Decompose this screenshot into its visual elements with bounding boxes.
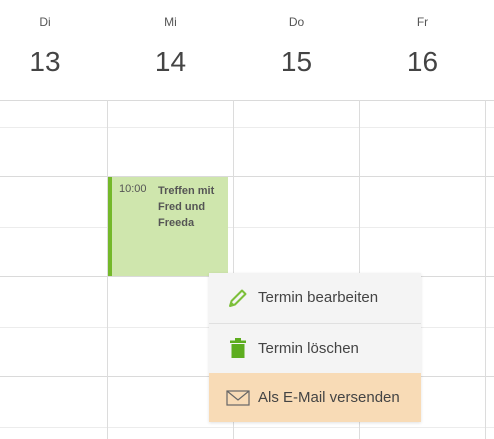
menu-item-label: Termin bearbeiten [258, 289, 379, 306]
day-header-friday[interactable]: Fr 16 [360, 0, 485, 100]
pencil-icon [226, 286, 250, 310]
day-name: Do [288, 15, 305, 29]
day-number: 13 [29, 46, 61, 77]
day-header-wednesday[interactable]: Mi 14 [108, 0, 233, 100]
send-as-email-menu-item[interactable]: Als E-Mail versenden [209, 373, 421, 422]
calendar-event[interactable]: 10:00 Treffen mit Fred und Freeda [108, 177, 228, 276]
grid-line [0, 227, 494, 228]
grid-line [0, 100, 494, 101]
edit-event-menu-item[interactable]: Termin bearbeiten [209, 273, 421, 322]
menu-item-label: Als E-Mail versenden [258, 389, 400, 406]
calendar-week-view: Di 13 Mi 14 Do 15 Fr 16 10:00 Treffen mi… [0, 0, 494, 439]
day-number: 15 [280, 46, 313, 77]
trash-icon [226, 336, 250, 360]
day-name: Di [39, 15, 51, 29]
day-number: 14 [154, 46, 187, 77]
grid-line [0, 127, 494, 128]
menu-item-label: Termin löschen [258, 339, 359, 357]
grid-line [0, 176, 494, 177]
day-header-tuesday[interactable]: Di 13 [0, 0, 90, 100]
envelope-icon [226, 386, 250, 410]
day-number: 16 [406, 46, 439, 77]
event-context-menu: Termin bearbeiten Termin löschen Als E-M… [209, 273, 421, 422]
day-name: Fr [416, 15, 429, 29]
grid-line [0, 427, 494, 428]
grid-column-divider [485, 100, 486, 439]
delete-event-menu-item[interactable]: Termin löschen [209, 323, 421, 372]
event-time: 10:00 [119, 183, 147, 195]
day-name: Mi [164, 15, 177, 29]
event-title: Treffen mit Fred und Freeda [158, 185, 215, 229]
day-header-thursday[interactable]: Do 15 [234, 0, 359, 100]
